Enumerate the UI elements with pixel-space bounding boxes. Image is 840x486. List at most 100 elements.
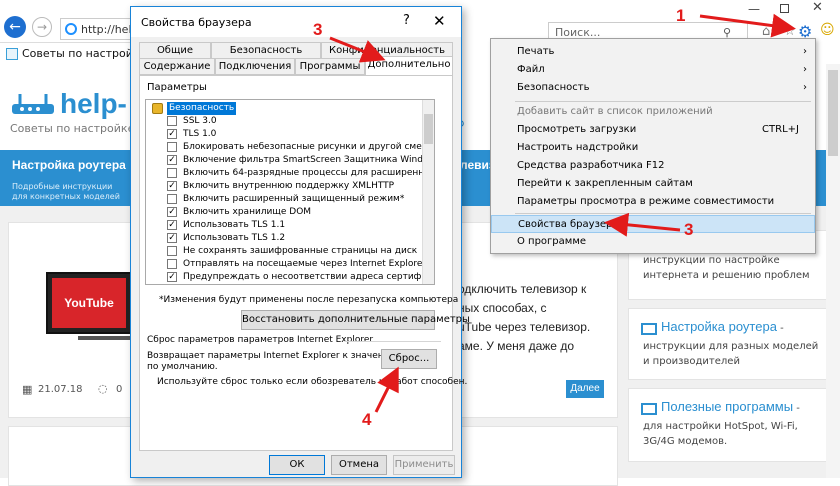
apply-button[interactable]: Применить: [393, 455, 455, 475]
tab-connections[interactable]: Подключения: [215, 58, 295, 75]
menu-item-label: Просмотреть загрузки: [517, 124, 637, 135]
menu-item-security[interactable]: Безопасность ›: [491, 79, 815, 97]
tree-row-label: Безопасность: [167, 102, 237, 115]
menu-separator: [515, 101, 811, 102]
checkbox-icon[interactable]: ✓: [167, 129, 177, 139]
article-date: 21.07.18: [38, 384, 83, 395]
forward-button[interactable]: →: [32, 17, 52, 37]
sidebar-dash: -: [793, 403, 800, 414]
dialog-close-button[interactable]: ✕: [433, 12, 446, 30]
menu-item-add-site: Добавить сайт в список приложений: [491, 103, 815, 121]
sidebar-link[interactable]: Настройка роутера: [661, 319, 777, 334]
dialog-title: Свойства браузера: [141, 16, 252, 29]
tree-row-label: Включить расширенный защищенный режим*: [183, 194, 405, 204]
tree-row-label: Включить хранилище DOM: [183, 207, 312, 217]
tree-row-label: Отправлять на посещаемые через Internet …: [183, 259, 435, 269]
menu-item-downloads[interactable]: Просмотреть загрузки CTRL+J: [491, 121, 815, 139]
reset-description: Возвращает параметры Internet Explorer к…: [147, 351, 402, 361]
tree-row-label: Блокировать небезопасные рисунки и друго…: [183, 142, 435, 152]
reset-button[interactable]: Сброс...: [381, 349, 437, 369]
tree-row-label: Включение фильтра SmartScreen Защитника …: [183, 155, 435, 165]
reset-description: по умолчанию.: [147, 362, 218, 372]
maximize-button[interactable]: [780, 4, 789, 13]
restart-note: *Изменения будут применены после перезап…: [159, 295, 459, 305]
nav-subtext: для конкретных моделей: [12, 192, 120, 201]
nav-item-router[interactable]: Настройка роутера: [12, 158, 126, 172]
menu-item-print[interactable]: Печать ›: [491, 43, 815, 61]
nav-subtext: Подробные инструкции: [12, 182, 113, 191]
menu-shortcut: CTRL+J: [762, 124, 799, 135]
checkbox-icon[interactable]: ✓: [167, 272, 177, 282]
checkbox-icon[interactable]: ✓: [167, 220, 177, 230]
tree-row-label: SSL 3.0: [183, 116, 217, 126]
checkbox-icon[interactable]: [167, 142, 177, 152]
browser-tab[interactable]: Советы по настройке W: [0, 42, 161, 64]
menu-separator: [515, 213, 811, 214]
menu-item-devtools[interactable]: Средства разработчика F12: [491, 157, 815, 175]
sidebar-desc: инструкции по настройке интернета и реше…: [643, 255, 810, 281]
settings-tree[interactable]: Безопасность SSL 3.0 ✓ TLS 1.0 Блокироват…: [145, 99, 435, 285]
checkbox-icon[interactable]: ✓: [167, 155, 177, 165]
checkbox-icon[interactable]: ✓: [167, 181, 177, 191]
sidebar-title[interactable]: Настройка роутера -: [661, 319, 784, 336]
menu-item-internet-options[interactable]: Свойства браузера: [491, 215, 815, 233]
checkbox-icon[interactable]: ✓: [167, 233, 177, 243]
menu-item-file[interactable]: Файл ›: [491, 61, 815, 79]
smile-icon[interactable]: ☺: [820, 22, 835, 38]
menu-item-about[interactable]: О программе: [491, 233, 815, 251]
lock-icon: [152, 103, 163, 114]
tab-programs[interactable]: Программы: [295, 58, 365, 75]
tree-row-label: Использовать TLS 1.2: [183, 233, 286, 243]
tab-content[interactable]: Содержание: [139, 58, 215, 75]
download-icon: [641, 403, 657, 415]
site-logo[interactable]: help-: [60, 88, 127, 120]
sidebar-box: Настройка роутера - инструкции для разны…: [628, 308, 828, 380]
tv-image[interactable]: YouTube: [46, 272, 132, 334]
reset-note: Используйте сброс только если обозревате…: [157, 377, 468, 387]
ok-button[interactable]: ОК: [269, 455, 325, 475]
tab-security[interactable]: Безопасность: [211, 42, 321, 59]
chevron-right-icon: ›: [803, 64, 807, 75]
menu-item-label: Перейти к закрепленным сайтам: [517, 178, 693, 189]
checkbox-icon[interactable]: [167, 246, 177, 256]
menu-item-label: Печать: [517, 46, 555, 57]
close-window-button[interactable]: ✕: [812, 0, 823, 15]
minimize-button[interactable]: —: [748, 2, 760, 16]
params-label: Параметры: [147, 82, 207, 93]
page-scroll-thumb[interactable]: [828, 70, 838, 156]
checkbox-icon[interactable]: [167, 194, 177, 204]
annotation-number: 3: [313, 20, 323, 39]
menu-item-label: Средства разработчика F12: [517, 160, 665, 171]
help-button[interactable]: ?: [403, 13, 410, 28]
menu-item-pinned[interactable]: Перейти к закрепленным сайтам: [491, 175, 815, 193]
sidebar-link[interactable]: Полезные программы: [661, 399, 793, 414]
restore-advanced-button[interactable]: Восстановить дополнительные параметры: [241, 310, 470, 330]
calendar-icon: ▦: [22, 383, 33, 396]
read-more-button[interactable]: Далее: [566, 380, 604, 398]
tools-menu: Печать › Файл › Безопасность › Добавить сай…: [490, 38, 816, 254]
sidebar-title[interactable]: Полезные программы -: [661, 399, 800, 416]
cancel-button[interactable]: Отмена: [331, 455, 387, 475]
checkbox-icon[interactable]: ✓: [167, 207, 177, 217]
sidebar-dash: -: [776, 323, 784, 334]
youtube-logo: YouTube: [52, 278, 126, 328]
sidebar-desc: для настройки HotSpot, Wi-Fi, 3G/4G моде…: [643, 421, 798, 447]
tree-row-label: Предупреждать о несоответствии адреса се…: [183, 272, 435, 282]
checkbox-icon[interactable]: [167, 259, 177, 269]
chevron-right-icon: ›: [803, 46, 807, 57]
home-icon[interactable]: ⌂: [762, 24, 770, 39]
favicon-icon: [6, 48, 18, 60]
checkbox-icon[interactable]: [167, 116, 177, 126]
back-button[interactable]: ←: [4, 16, 26, 38]
tree-scroll-thumb[interactable]: [424, 114, 433, 144]
tab-advanced[interactable]: Дополнительно: [365, 56, 453, 75]
address-bar[interactable]: http://help-: [60, 18, 142, 40]
menu-item-addons[interactable]: Настроить надстройки: [491, 139, 815, 157]
star-icon[interactable]: ☆: [784, 24, 796, 39]
annotation-number: 1: [676, 6, 686, 25]
tab-general[interactable]: Общие: [139, 42, 211, 59]
router-icon: [641, 323, 657, 335]
router-logo-icon: [12, 94, 54, 114]
checkbox-icon[interactable]: [167, 168, 177, 178]
menu-item-compat[interactable]: Параметры просмотра в режиме совместимос…: [491, 193, 815, 211]
